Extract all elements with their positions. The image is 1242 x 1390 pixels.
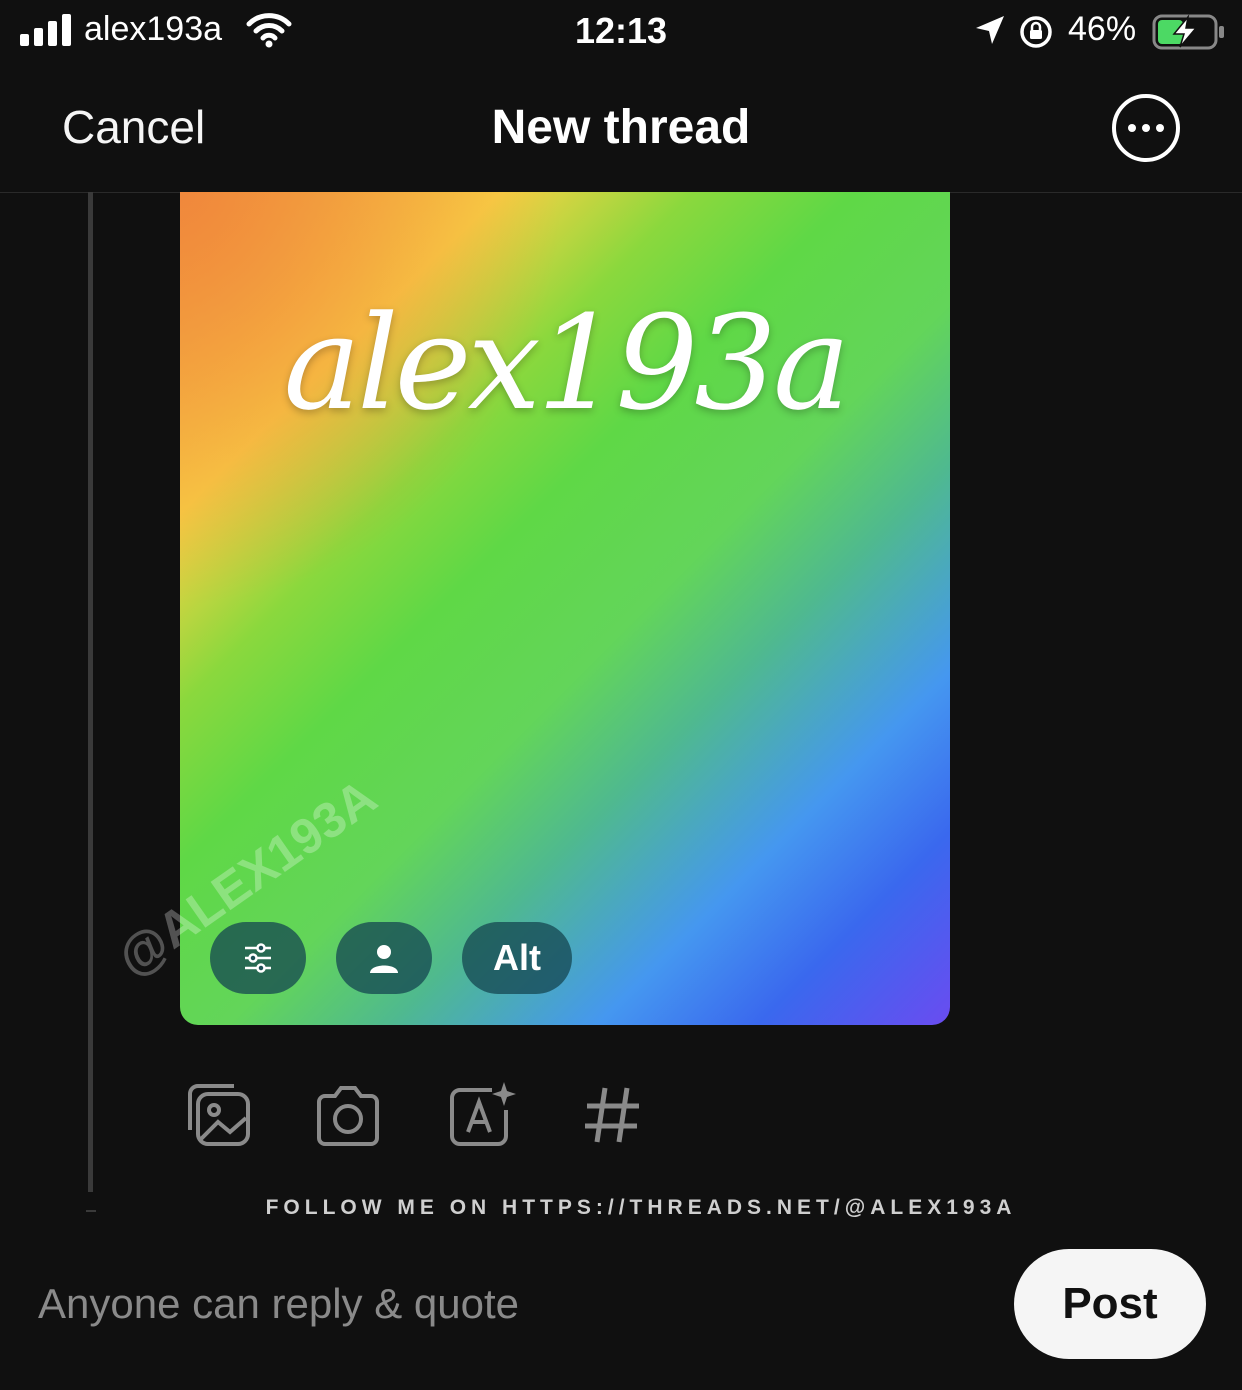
more-options-icon[interactable] <box>1112 94 1180 162</box>
compose-header: Cancel New thread <box>0 64 1242 193</box>
image-handle-text: alex193a <box>283 287 851 439</box>
sliders-icon <box>245 943 271 973</box>
reply-settings[interactable]: Anyone can reply & quote <box>38 1280 519 1328</box>
attached-image[interactable]: alex193a Alt <box>180 192 950 1025</box>
location-icon <box>976 16 1004 44</box>
post-button[interactable]: Post <box>1014 1249 1206 1359</box>
tag-people-button[interactable] <box>336 922 432 994</box>
hashtag-icon[interactable] <box>577 1080 647 1150</box>
edit-image-button[interactable] <box>210 922 306 994</box>
thread-connector-line <box>88 192 93 1192</box>
gallery-icon[interactable] <box>184 1080 254 1150</box>
battery-percent: 46% <box>1068 10 1137 48</box>
follow-banner: FOLLOW ME ON HTTPS://THREADS.NET/@ALEX19… <box>265 1196 1017 1219</box>
ai-text-icon[interactable] <box>446 1080 516 1150</box>
camera-icon[interactable] <box>313 1080 383 1150</box>
status-bar: alex193a 12:13 46% <box>0 0 1242 64</box>
page-title: New thread <box>491 101 751 154</box>
orientation-lock-icon <box>1020 16 1052 48</box>
person-icon <box>370 945 398 973</box>
battery-charging-icon <box>1152 14 1224 50</box>
alt-text-button[interactable]: Alt <box>462 922 572 994</box>
status-time: 12:13 <box>574 10 668 51</box>
